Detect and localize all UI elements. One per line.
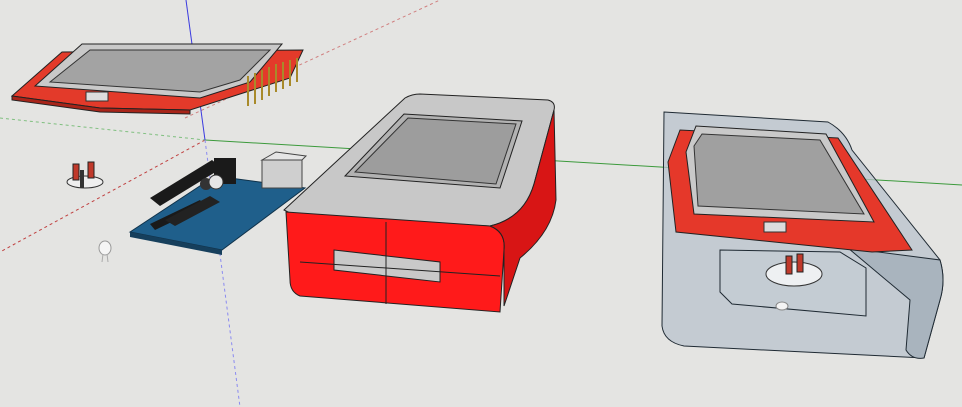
- transparent-enclosure[interactable]: [661, 111, 944, 359]
- model-scene[interactable]: [0, 0, 962, 407]
- arduino-usb-port: [261, 159, 303, 189]
- button-stem: [80, 170, 84, 188]
- red-enclosure[interactable]: [283, 93, 557, 313]
- inner-button-base: [765, 261, 823, 287]
- inner-button-cap-left: [785, 255, 793, 275]
- inner-button-cap-right: [796, 253, 804, 273]
- button-cap-left: [72, 163, 80, 181]
- shield-connector: [85, 91, 109, 102]
- capacitor-2: [208, 174, 224, 190]
- button-cap-right: [87, 161, 95, 179]
- led[interactable]: [98, 240, 112, 263]
- push-button[interactable]: [66, 161, 104, 189]
- tft-display-shield[interactable]: [10, 43, 304, 115]
- arduino-usb-top: [260, 151, 308, 161]
- led-body: [98, 240, 112, 256]
- 3d-viewport[interactable]: [0, 0, 962, 407]
- arduino-board[interactable]: [128, 151, 308, 255]
- inner-led: [775, 301, 789, 311]
- button-base: [66, 175, 104, 189]
- display-connector: [763, 221, 787, 233]
- green-axis-back: [0, 117, 206, 141]
